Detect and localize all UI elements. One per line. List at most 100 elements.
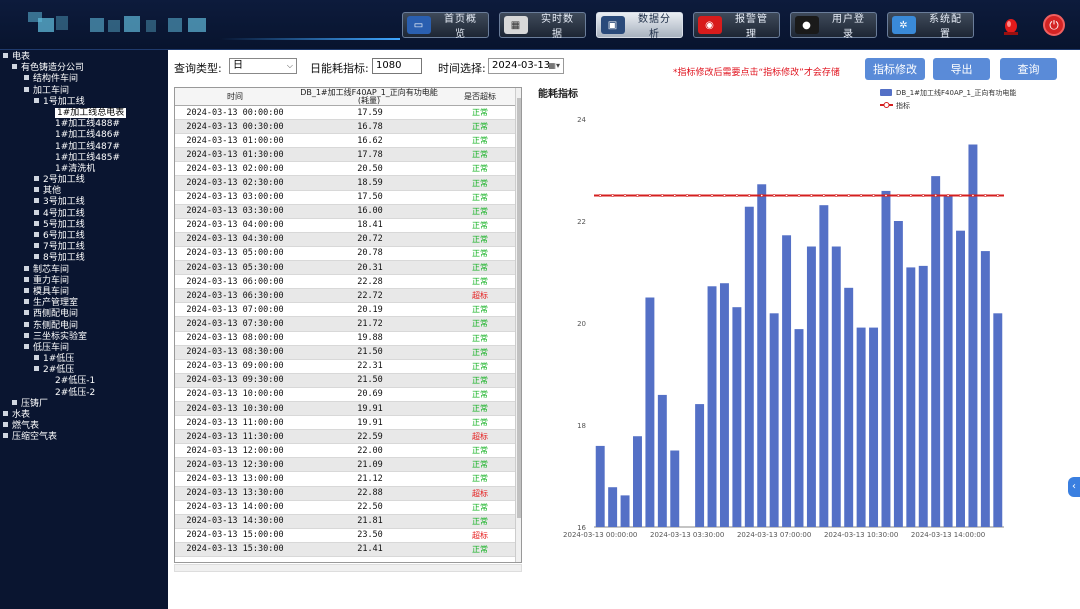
expand-toggle-icon[interactable] [12,64,17,70]
tree-item[interactable]: 东侧配电间 [0,321,168,332]
table-row[interactable]: 2024-03-13 07:30:00 21.72 正常 [175,317,515,332]
modify-index-button[interactable]: 指标修改 [865,58,925,80]
table-row[interactable]: 2024-03-13 12:30:00 21.09 正常 [175,458,515,473]
query-type-select[interactable]: 日 ⌵ [229,58,297,74]
tree-item[interactable]: 压铸厂 [0,399,168,410]
nav-button-2[interactable]: ▣ 数据分析 [596,12,683,40]
table-row[interactable]: 2024-03-13 10:00:00 20.69 正常 [175,388,515,402]
table-row[interactable]: 2024-03-13 11:30:00 22.59 超标 [175,430,515,445]
tree-item[interactable]: 6号加工线 [0,231,168,242]
table-row[interactable]: 2024-03-13 03:30:00 16.00 正常 [175,204,515,219]
tree-item[interactable]: 1#低压 [0,354,168,365]
power-button[interactable]: ⏻ [1043,14,1065,36]
table-row[interactable]: 2024-03-13 01:00:00 16.62 正常 [175,134,515,149]
nav-button-4[interactable]: ● 用户登录 [790,12,877,40]
table-row[interactable]: 2024-03-13 00:30:00 16.78 正常 [175,120,515,135]
tree-item[interactable]: 1#加工线485# [0,153,168,164]
tree-item[interactable]: 电表 [0,52,168,63]
table-row[interactable]: 2024-03-13 15:00:00 23.50 超标 [175,529,515,543]
nav-button-3[interactable]: ◉ 报警管理 [693,12,780,40]
tree-item[interactable]: 1#清洗机 [0,164,168,175]
expand-toggle-icon[interactable] [24,86,29,92]
table-row[interactable]: 2024-03-13 13:00:00 21.12 正常 [175,472,515,487]
expand-toggle-icon[interactable] [3,411,8,416]
expand-toggle-icon[interactable] [24,321,29,327]
tree-item[interactable]: 重力车间 [0,276,168,287]
table-row[interactable]: 2024-03-13 06:00:00 22.28 正常 [175,275,515,290]
tree-item[interactable]: 2号加工线 [0,175,168,186]
tree-item[interactable]: 1#加工线总电表 [0,107,168,119]
tree-item[interactable]: 5号加工线 [0,220,168,231]
date-picker[interactable]: 2024-03-13 ▦▾ [488,58,564,74]
table-row[interactable]: 2024-03-13 04:30:00 20.72 正常 [175,232,515,247]
expand-toggle-icon[interactable] [34,232,39,237]
daily-index-input[interactable]: 1080 [372,58,422,74]
expand-toggle-icon[interactable] [34,254,39,260]
table-row[interactable]: 2024-03-13 09:00:00 22.31 正常 [175,360,515,374]
table-row[interactable]: 2024-03-13 08:00:00 19.88 正常 [175,332,515,346]
expand-toggle-icon[interactable] [3,53,8,58]
table-row[interactable]: 2024-03-13 13:30:00 22.88 超标 [175,486,515,501]
horizontal-scrollbar[interactable] [174,564,522,572]
tree-item[interactable]: 三坐标实验室 [0,332,168,343]
expand-toggle-icon[interactable] [24,332,29,338]
tree-item[interactable]: 加工车间 [0,86,168,97]
tree-item[interactable]: 有色铸造分公司 [0,63,168,74]
vertical-scrollbar[interactable] [515,88,521,562]
table-row[interactable]: 2024-03-13 08:30:00 21.50 正常 [175,345,515,360]
nav-button-0[interactable]: ▭ 首页概览 [402,12,489,40]
expand-toggle-icon[interactable] [24,276,29,282]
table-row[interactable]: 2024-03-13 05:30:00 20.31 正常 [175,261,515,276]
expand-toggle-icon[interactable] [34,355,39,361]
tree-item[interactable]: 低压车间 [0,343,168,354]
tree-item[interactable]: 3号加工线 [0,197,168,208]
table-row[interactable]: 2024-03-13 11:00:00 19.91 正常 [175,416,515,431]
tree-item[interactable]: 1#加工线486# [0,130,168,141]
expand-toggle-icon[interactable] [34,243,39,249]
tree-item[interactable]: 1号加工线 [0,97,168,108]
expand-toggle-icon[interactable] [3,433,8,439]
expand-toggle-icon[interactable] [34,176,39,182]
expand-toggle-icon[interactable] [12,399,17,405]
table-row[interactable]: 2024-03-13 09:30:00 21.50 正常 [175,373,515,388]
table-row[interactable]: 2024-03-13 14:30:00 21.81 正常 [175,514,515,529]
tree-item[interactable]: 其他 [0,186,168,197]
table-row[interactable]: 2024-03-13 01:30:00 17.78 正常 [175,148,515,163]
tree-item[interactable]: 生产管理室 [0,298,168,309]
expand-toggle-icon[interactable] [24,299,29,305]
export-button[interactable]: 导出 [933,58,990,80]
expand-toggle-icon[interactable] [34,209,39,215]
expand-toggle-icon[interactable] [34,220,39,226]
tree-item[interactable]: 4号加工线 [0,209,168,220]
tree-item[interactable]: 压缩空气表 [0,432,168,443]
table-row[interactable]: 2024-03-13 02:30:00 18.59 正常 [175,176,515,191]
nav-button-1[interactable]: ▦ 实时数据 [499,12,586,40]
table-row[interactable]: 2024-03-13 15:30:00 21.41 正常 [175,542,515,557]
expand-toggle-icon[interactable] [24,287,29,293]
table-row[interactable]: 2024-03-13 05:00:00 20.78 正常 [175,247,515,262]
table-row[interactable]: 2024-03-13 02:00:00 20.50 正常 [175,162,515,177]
tree-item[interactable]: 1#加工线488# [0,119,168,130]
tree-item[interactable]: 水表 [0,410,168,421]
table-row[interactable]: 2024-03-13 10:30:00 19.91 正常 [175,401,515,417]
tree-item[interactable]: 结构件车间 [0,74,168,85]
tree-item[interactable]: 2#低压-2 [0,388,168,399]
tree-item[interactable]: 模具车间 [0,287,168,298]
expand-toggle-icon[interactable] [34,198,39,204]
nav-button-5[interactable]: ✲ 系统配置 [887,12,974,40]
table-row[interactable]: 2024-03-13 00:00:00 17.59 正常 [175,106,515,121]
tree-item[interactable]: 燃气表 [0,421,168,432]
tree-item[interactable]: 2#低压 [0,365,168,376]
tree-item[interactable]: 制芯车间 [0,265,168,276]
expand-toggle-icon[interactable] [3,422,8,428]
table-row[interactable]: 2024-03-13 07:00:00 20.19 正常 [175,303,515,318]
expand-toggle-icon[interactable] [24,343,29,349]
expand-toggle-icon[interactable] [34,366,39,372]
expand-toggle-icon[interactable] [24,310,29,316]
tree-item[interactable]: 7号加工线 [0,242,168,253]
expand-toggle-icon[interactable] [24,265,29,271]
collapse-tab-button[interactable]: ‹ [1068,477,1080,497]
query-button[interactable]: 查询 [1000,58,1057,80]
table-row[interactable]: 2024-03-13 06:30:00 22.72 超标 [175,289,515,304]
tree-item[interactable]: 2#低压-1 [0,376,168,387]
